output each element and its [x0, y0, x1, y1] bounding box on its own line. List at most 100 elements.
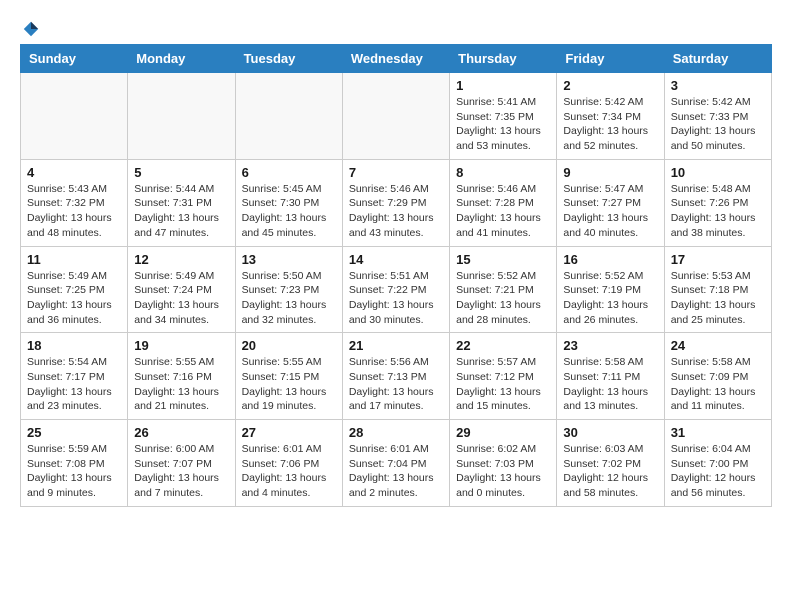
calendar-cell: 20Sunrise: 5:55 AMSunset: 7:15 PMDayligh…: [235, 333, 342, 420]
day-number: 12: [134, 252, 228, 267]
day-number: 13: [242, 252, 336, 267]
day-info: Sunrise: 6:00 AMSunset: 7:07 PMDaylight:…: [134, 442, 228, 501]
day-number: 2: [563, 78, 657, 93]
calendar-header-monday: Monday: [128, 45, 235, 73]
day-number: 5: [134, 165, 228, 180]
calendar-cell: 14Sunrise: 5:51 AMSunset: 7:22 PMDayligh…: [342, 246, 449, 333]
calendar-week-5: 25Sunrise: 5:59 AMSunset: 7:08 PMDayligh…: [21, 420, 772, 507]
calendar-cell: [21, 73, 128, 160]
day-number: 29: [456, 425, 550, 440]
calendar-header-friday: Friday: [557, 45, 664, 73]
calendar-header-thursday: Thursday: [450, 45, 557, 73]
day-info: Sunrise: 5:44 AMSunset: 7:31 PMDaylight:…: [134, 182, 228, 241]
day-info: Sunrise: 6:03 AMSunset: 7:02 PMDaylight:…: [563, 442, 657, 501]
day-number: 6: [242, 165, 336, 180]
day-number: 1: [456, 78, 550, 93]
calendar-cell: 18 Sunrise: 5:54 AMSunset: 7:17 PMDayligh…: [21, 333, 128, 420]
calendar-week-2: 4 Sunrise: 5:43 AMSunset: 7:32 PMDaylight…: [21, 159, 772, 246]
calendar-cell: 17 Sunrise: 5:53 AMSunset: 7:18 PMDayligh…: [664, 246, 771, 333]
calendar-cell: 29 Sunrise: 6:02 AMSunset: 7:03 PMDayligh…: [450, 420, 557, 507]
day-info: Sunrise: 5:57 AMSunset: 7:12 PMDaylight:…: [456, 355, 550, 414]
calendar-header-tuesday: Tuesday: [235, 45, 342, 73]
calendar-cell: 24 Sunrise: 5:58 AMSunset: 7:09 PMDayligh…: [664, 333, 771, 420]
calendar-cell: 21Sunrise: 5:56 AMSunset: 7:13 PMDayligh…: [342, 333, 449, 420]
day-number: 10: [671, 165, 765, 180]
day-number: 9: [563, 165, 657, 180]
calendar-cell: 27 Sunrise: 6:01 AMSunset: 7:06 PMDayligh…: [235, 420, 342, 507]
day-number: 31: [671, 425, 765, 440]
calendar-cell: 13 Sunrise: 5:50 AMSunset: 7:23 PMDayligh…: [235, 246, 342, 333]
day-info: Sunrise: 5:55 AMSunset: 7:15 PMDaylight:…: [242, 355, 336, 414]
day-number: 8: [456, 165, 550, 180]
calendar-cell: 25Sunrise: 5:59 AMSunset: 7:08 PMDayligh…: [21, 420, 128, 507]
calendar-cell: 5 Sunrise: 5:44 AMSunset: 7:31 PMDaylight…: [128, 159, 235, 246]
day-info: Sunrise: 5:50 AMSunset: 7:23 PMDaylight:…: [242, 269, 336, 328]
day-number: 27: [242, 425, 336, 440]
calendar-cell: 3 Sunrise: 5:42 AMSunset: 7:33 PMDaylight…: [664, 73, 771, 160]
calendar: SundayMondayTuesdayWednesdayThursdayFrid…: [20, 44, 772, 507]
calendar-cell: 2 Sunrise: 5:42 AMSunset: 7:34 PMDaylight…: [557, 73, 664, 160]
day-info: Sunrise: 5:45 AMSunset: 7:30 PMDaylight:…: [242, 182, 336, 241]
day-number: 15: [456, 252, 550, 267]
calendar-cell: 4 Sunrise: 5:43 AMSunset: 7:32 PMDaylight…: [21, 159, 128, 246]
day-number: 26: [134, 425, 228, 440]
calendar-cell: [128, 73, 235, 160]
day-info: Sunrise: 5:49 AMSunset: 7:25 PMDaylight:…: [27, 269, 121, 328]
calendar-cell: [235, 73, 342, 160]
calendar-cell: 6 Sunrise: 5:45 AMSunset: 7:30 PMDaylight…: [235, 159, 342, 246]
day-info: Sunrise: 5:42 AMSunset: 7:33 PMDaylight:…: [671, 95, 765, 154]
day-number: 4: [27, 165, 121, 180]
calendar-header-wednesday: Wednesday: [342, 45, 449, 73]
calendar-cell: 19 Sunrise: 5:55 AMSunset: 7:16 PMDayligh…: [128, 333, 235, 420]
day-info: Sunrise: 5:56 AMSunset: 7:13 PMDaylight:…: [349, 355, 443, 414]
calendar-header-row: SundayMondayTuesdayWednesdayThursdayFrid…: [21, 45, 772, 73]
day-number: 19: [134, 338, 228, 353]
day-number: 17: [671, 252, 765, 267]
calendar-week-3: 11 Sunrise: 5:49 AMSunset: 7:25 PMDayligh…: [21, 246, 772, 333]
calendar-week-1: 1Sunrise: 5:41 AMSunset: 7:35 PMDaylight…: [21, 73, 772, 160]
day-number: 16: [563, 252, 657, 267]
calendar-cell: 10 Sunrise: 5:48 AMSunset: 7:26 PMDayligh…: [664, 159, 771, 246]
day-info: Sunrise: 5:49 AMSunset: 7:24 PMDaylight:…: [134, 269, 228, 328]
day-number: 18: [27, 338, 121, 353]
calendar-cell: 9 Sunrise: 5:47 AMSunset: 7:27 PMDaylight…: [557, 159, 664, 246]
calendar-cell: 22 Sunrise: 5:57 AMSunset: 7:12 PMDayligh…: [450, 333, 557, 420]
day-info: Sunrise: 5:52 AMSunset: 7:21 PMDaylight:…: [456, 269, 550, 328]
calendar-cell: 15 Sunrise: 5:52 AMSunset: 7:21 PMDayligh…: [450, 246, 557, 333]
day-info: Sunrise: 5:53 AMSunset: 7:18 PMDaylight:…: [671, 269, 765, 328]
calendar-cell: 28Sunrise: 6:01 AMSunset: 7:04 PMDayligh…: [342, 420, 449, 507]
day-info: Sunrise: 5:46 AMSunset: 7:29 PMDaylight:…: [349, 182, 443, 241]
calendar-header-saturday: Saturday: [664, 45, 771, 73]
day-info: Sunrise: 5:54 AMSunset: 7:17 PMDaylight:…: [27, 355, 121, 414]
day-number: 11: [27, 252, 121, 267]
logo-icon: [22, 20, 40, 38]
day-number: 14: [349, 252, 443, 267]
day-info: Sunrise: 5:43 AMSunset: 7:32 PMDaylight:…: [27, 182, 121, 241]
calendar-body: 1Sunrise: 5:41 AMSunset: 7:35 PMDaylight…: [21, 73, 772, 507]
calendar-cell: 23Sunrise: 5:58 AMSunset: 7:11 PMDayligh…: [557, 333, 664, 420]
day-info: Sunrise: 6:01 AMSunset: 7:06 PMDaylight:…: [242, 442, 336, 501]
calendar-cell: 31 Sunrise: 6:04 AMSunset: 7:00 PMDayligh…: [664, 420, 771, 507]
calendar-week-4: 18 Sunrise: 5:54 AMSunset: 7:17 PMDayligh…: [21, 333, 772, 420]
page-header: [20, 20, 772, 34]
calendar-cell: 1Sunrise: 5:41 AMSunset: 7:35 PMDaylight…: [450, 73, 557, 160]
day-number: 30: [563, 425, 657, 440]
day-info: Sunrise: 6:02 AMSunset: 7:03 PMDaylight:…: [456, 442, 550, 501]
day-number: 22: [456, 338, 550, 353]
day-info: Sunrise: 5:48 AMSunset: 7:26 PMDaylight:…: [671, 182, 765, 241]
day-number: 24: [671, 338, 765, 353]
calendar-cell: 30 Sunrise: 6:03 AMSunset: 7:02 PMDayligh…: [557, 420, 664, 507]
calendar-header-sunday: Sunday: [21, 45, 128, 73]
calendar-cell: 12 Sunrise: 5:49 AMSunset: 7:24 PMDayligh…: [128, 246, 235, 333]
day-info: Sunrise: 5:47 AMSunset: 7:27 PMDaylight:…: [563, 182, 657, 241]
day-info: Sunrise: 5:55 AMSunset: 7:16 PMDaylight:…: [134, 355, 228, 414]
day-info: Sunrise: 6:04 AMSunset: 7:00 PMDaylight:…: [671, 442, 765, 501]
calendar-cell: [342, 73, 449, 160]
day-number: 25: [27, 425, 121, 440]
calendar-cell: 11 Sunrise: 5:49 AMSunset: 7:25 PMDayligh…: [21, 246, 128, 333]
calendar-cell: 26 Sunrise: 6:00 AMSunset: 7:07 PMDayligh…: [128, 420, 235, 507]
day-info: Sunrise: 5:46 AMSunset: 7:28 PMDaylight:…: [456, 182, 550, 241]
day-number: 3: [671, 78, 765, 93]
day-info: Sunrise: 5:42 AMSunset: 7:34 PMDaylight:…: [563, 95, 657, 154]
day-info: Sunrise: 5:58 AMSunset: 7:09 PMDaylight:…: [671, 355, 765, 414]
